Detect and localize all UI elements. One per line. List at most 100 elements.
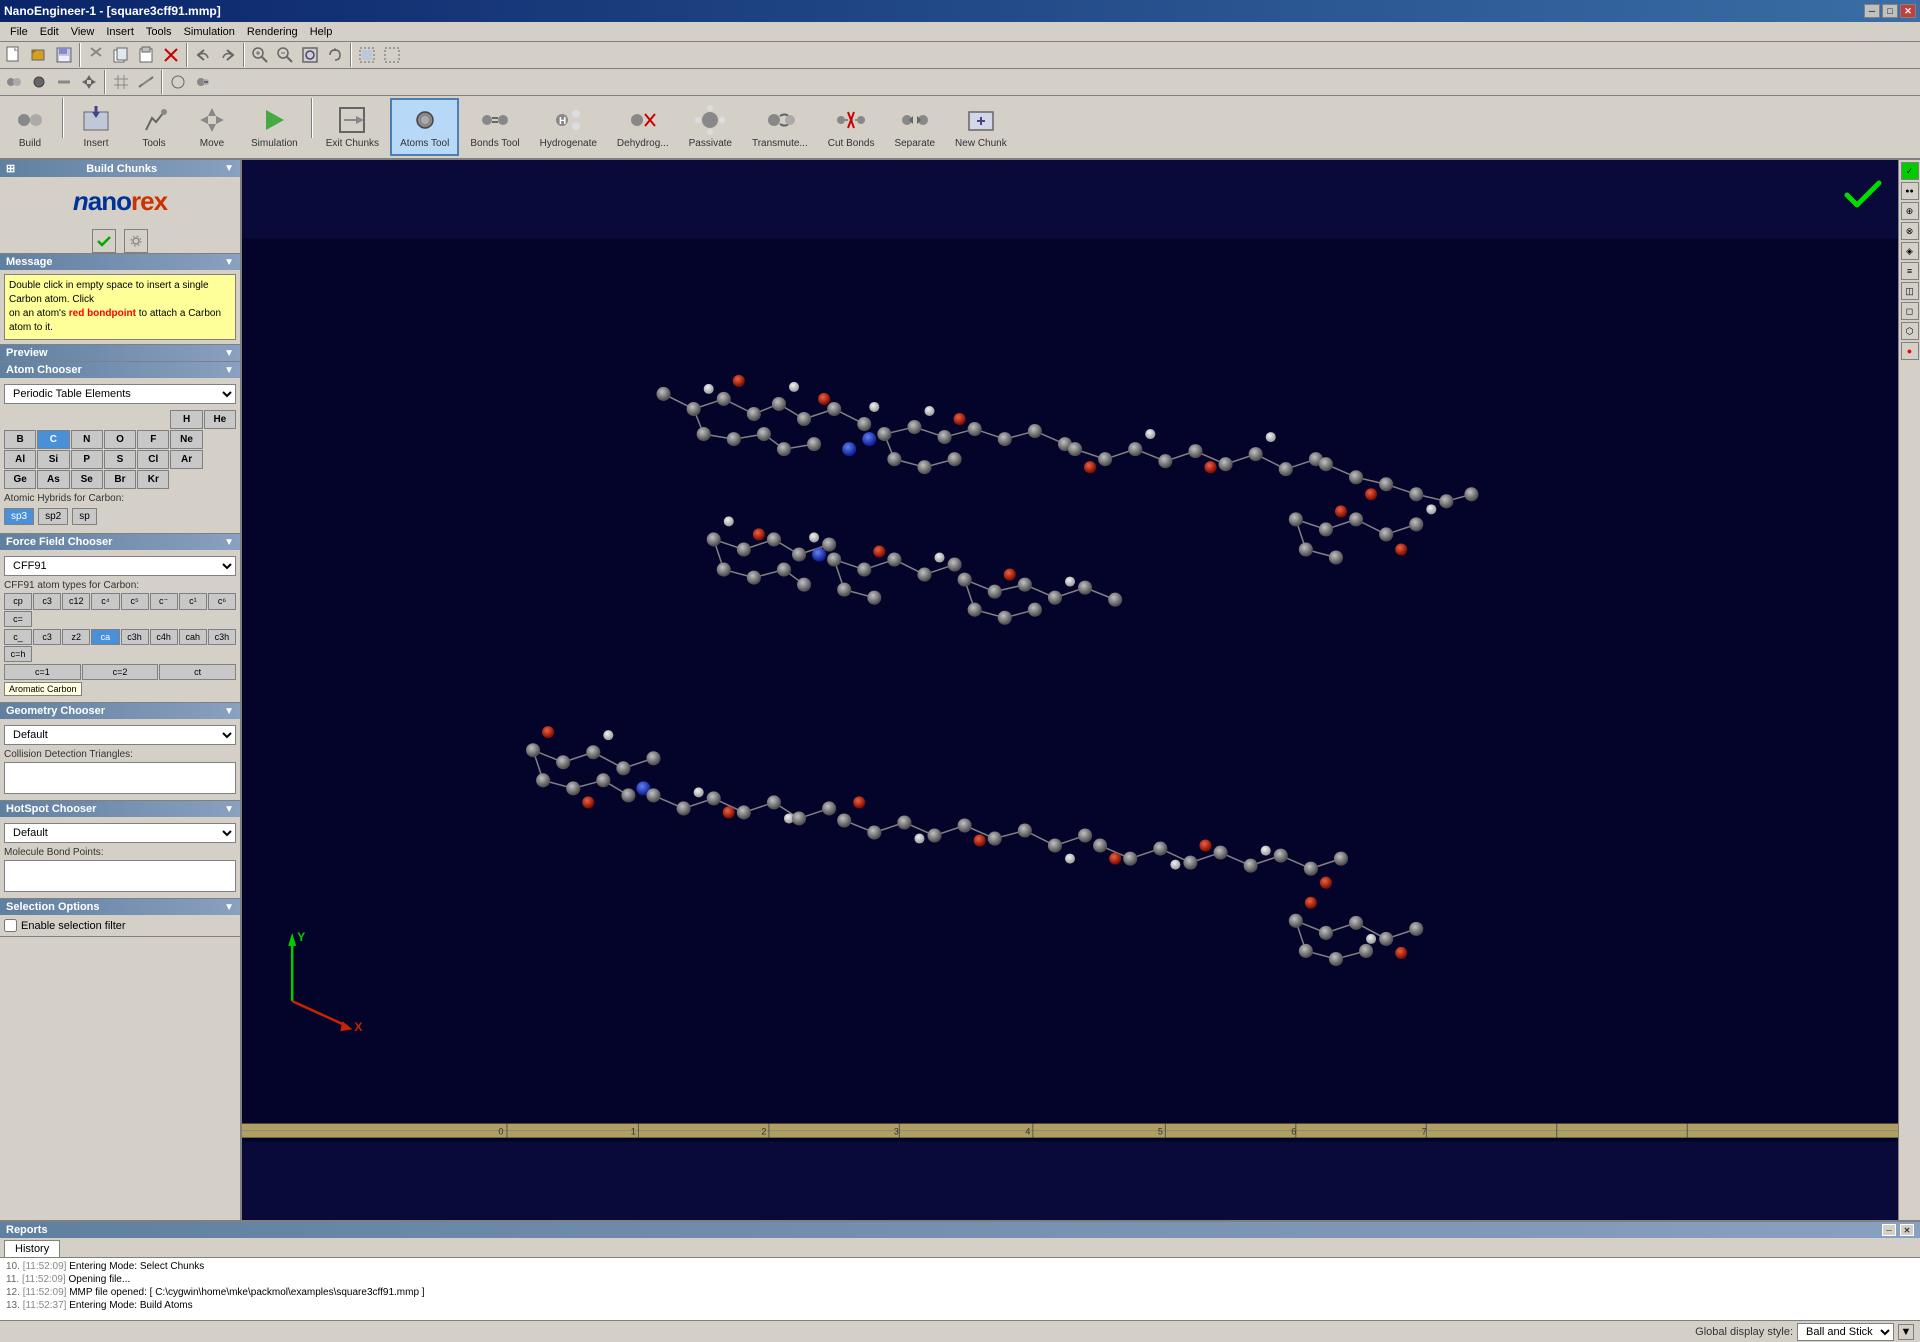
- tb-chunk[interactable]: [2, 70, 26, 94]
- element-Se[interactable]: Se: [71, 470, 103, 489]
- at-c-eq-h[interactable]: c=h: [4, 646, 32, 662]
- tb-open[interactable]: [27, 43, 51, 67]
- element-S[interactable]: S: [104, 450, 136, 469]
- right-btn-3[interactable]: ⊗: [1901, 222, 1919, 240]
- hybrid-sp2[interactable]: sp2: [38, 508, 68, 525]
- mode-dehydrog[interactable]: Dehydrog...: [608, 98, 678, 156]
- tb-render2[interactable]: [191, 70, 215, 94]
- tb-zoom-in[interactable]: [248, 43, 272, 67]
- mode-passivate[interactable]: Passivate: [680, 98, 741, 156]
- right-btn-9[interactable]: ●: [1901, 342, 1919, 360]
- right-btn-4[interactable]: ◈: [1901, 242, 1919, 260]
- mode-separate[interactable]: Separate: [885, 98, 944, 156]
- tb-select-all[interactable]: [355, 43, 379, 67]
- at-c3h2[interactable]: c3h: [208, 629, 236, 645]
- at-cu[interactable]: c_: [4, 629, 32, 645]
- tb-fit[interactable]: [298, 43, 322, 67]
- element-Cl[interactable]: Cl: [137, 450, 169, 469]
- tb-undo[interactable]: [191, 43, 215, 67]
- right-btn-5[interactable]: ≡: [1901, 262, 1919, 280]
- at-c-eq-1[interactable]: c=1: [4, 664, 81, 680]
- menu-tools[interactable]: Tools: [140, 24, 178, 40]
- tb-rotate[interactable]: [323, 43, 347, 67]
- right-btn-7[interactable]: ◻: [1901, 302, 1919, 320]
- element-Si[interactable]: Si: [37, 450, 69, 469]
- at-c1[interactable]: c¹: [179, 593, 207, 610]
- tb-save[interactable]: [52, 43, 76, 67]
- right-btn-2[interactable]: ⊕: [1901, 202, 1919, 220]
- mode-new-chunk[interactable]: New Chunk: [946, 98, 1016, 156]
- tb-copy[interactable]: [109, 43, 133, 67]
- force-field-minimize[interactable]: ▼: [224, 537, 234, 548]
- message-minimize[interactable]: ▼: [224, 257, 234, 268]
- mode-insert[interactable]: Insert: [68, 98, 124, 156]
- element-O[interactable]: O: [104, 430, 136, 449]
- selection-minimize[interactable]: ▼: [224, 902, 234, 913]
- element-Ge[interactable]: Ge: [4, 470, 36, 489]
- mode-simulation[interactable]: Simulation: [242, 98, 307, 156]
- element-F[interactable]: F: [137, 430, 169, 449]
- right-btn-check[interactable]: ✓: [1901, 162, 1919, 180]
- at-c3h[interactable]: c3h: [121, 629, 149, 645]
- tb-redo[interactable]: [216, 43, 240, 67]
- menu-simulation[interactable]: Simulation: [178, 24, 241, 40]
- element-N[interactable]: N: [71, 430, 103, 449]
- selection-filter-checkbox[interactable]: [4, 919, 17, 932]
- tb-measure[interactable]: [134, 70, 158, 94]
- element-As[interactable]: As: [37, 470, 69, 489]
- reports-close-btn[interactable]: ✕: [1900, 1224, 1914, 1236]
- mode-transmute[interactable]: Transmute...: [743, 98, 817, 156]
- menu-view[interactable]: View: [65, 24, 101, 40]
- element-H[interactable]: H: [170, 410, 202, 429]
- element-C[interactable]: C: [37, 430, 69, 449]
- element-Ar[interactable]: Ar: [170, 450, 202, 469]
- menu-edit[interactable]: Edit: [34, 24, 65, 40]
- geometry-dropdown[interactable]: Default: [4, 725, 236, 745]
- mode-cut-bonds[interactable]: Cut Bonds: [819, 98, 884, 156]
- minimize-button[interactable]: ─: [1864, 4, 1880, 18]
- tb-move2[interactable]: [77, 70, 101, 94]
- menu-help[interactable]: Help: [304, 24, 339, 40]
- geometry-minimize[interactable]: ▼: [224, 706, 234, 717]
- tab-history[interactable]: History: [4, 1240, 60, 1257]
- at-cm[interactable]: c⁻: [150, 593, 178, 610]
- menu-file[interactable]: File: [4, 24, 34, 40]
- right-btn-1[interactable]: ●●: [1901, 182, 1919, 200]
- element-He[interactable]: He: [204, 410, 236, 429]
- at-c12[interactable]: c12: [62, 593, 90, 610]
- hybrid-sp[interactable]: sp: [72, 508, 97, 525]
- close-button[interactable]: ✕: [1900, 4, 1916, 18]
- mode-build[interactable]: Build: [2, 98, 58, 156]
- at-c3b[interactable]: c3: [33, 629, 61, 645]
- at-c4h[interactable]: c4h: [150, 629, 178, 645]
- display-style-dropdown[interactable]: Ball and Stick Tubes CPK Lines: [1797, 1323, 1894, 1341]
- tb-paste[interactable]: [134, 43, 158, 67]
- at-c-eq-2[interactable]: c=2: [82, 664, 159, 680]
- maximize-button[interactable]: □: [1882, 4, 1898, 18]
- at-ct[interactable]: ct: [159, 664, 236, 680]
- atom-chooser-minimize[interactable]: ▼: [224, 365, 234, 376]
- tb-select-none[interactable]: [380, 43, 404, 67]
- mode-move[interactable]: Move: [184, 98, 240, 156]
- window-controls[interactable]: ─ □ ✕: [1864, 4, 1916, 18]
- tb-delete[interactable]: [159, 43, 183, 67]
- tb-new[interactable]: [2, 43, 26, 67]
- tb-render1[interactable]: [166, 70, 190, 94]
- mode-tools[interactable]: Tools: [126, 98, 182, 156]
- panel-minimize[interactable]: ▼: [224, 163, 234, 174]
- right-btn-6[interactable]: ◫: [1901, 282, 1919, 300]
- hotspot-dropdown[interactable]: Default: [4, 823, 236, 843]
- at-cah[interactable]: cah: [179, 629, 207, 645]
- menu-rendering[interactable]: Rendering: [241, 24, 304, 40]
- force-field-dropdown[interactable]: CFF91: [4, 556, 236, 576]
- element-Ne[interactable]: Ne: [170, 430, 202, 449]
- hotspot-minimize[interactable]: ▼: [224, 804, 234, 815]
- at-c5[interactable]: c⁵: [121, 593, 149, 610]
- tb-bond2[interactable]: [52, 70, 76, 94]
- element-P[interactable]: P: [71, 450, 103, 469]
- tb-grid[interactable]: [109, 70, 133, 94]
- at-c3[interactable]: c3: [33, 593, 61, 610]
- element-Kr[interactable]: Kr: [137, 470, 169, 489]
- logo-check-btn[interactable]: [92, 229, 116, 253]
- at-c6[interactable]: c⁶: [208, 593, 236, 610]
